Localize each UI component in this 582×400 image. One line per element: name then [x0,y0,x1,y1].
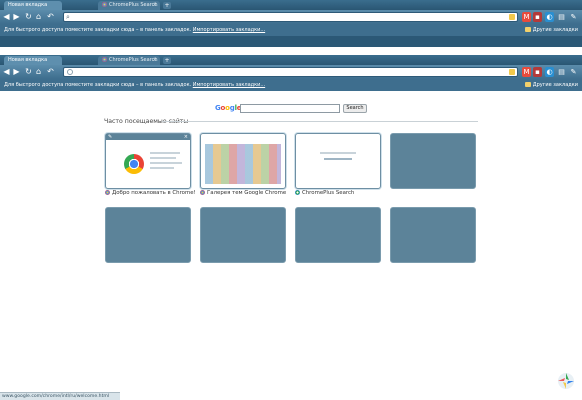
search-input[interactable] [240,104,340,113]
folder-icon [524,27,531,32]
empty-tile[interactable] [200,207,286,263]
bookmarks-hint: Для быстрого доступа поместите закладки … [4,82,266,88]
close-tab-icon[interactable]: × [153,56,157,65]
most-visited-tile[interactable] [295,133,381,189]
new-tab-page: Google Search Часто посещаемые сайты ✎ ×… [0,91,582,400]
extension-icon[interactable] [509,69,515,75]
tab-new-tab[interactable]: Новая вкладка [4,56,62,65]
divider [162,121,478,122]
text-line [150,162,182,164]
empty-tile[interactable] [295,207,381,263]
tab-label: ChromePlus Search [109,57,158,63]
other-bookmarks-button[interactable]: Другие закладки [524,79,578,91]
back-icon[interactable]: ◀ [2,67,11,77]
search-icon: ⌕ [66,13,70,21]
new-tab-button[interactable]: + [163,57,171,64]
close-tab-icon[interactable]: × [153,1,157,10]
tab-label: Новая вкладка [8,2,48,8]
undo-close-icon[interactable]: ↶ [46,12,55,22]
text-line [320,152,356,154]
tile-label[interactable]: Галерея тем Google Chrome [200,190,286,197]
bookmarks-bar: Для быстрого доступа поместите закладки … [0,79,582,91]
most-visited-header: Часто посещаемые сайты [104,117,478,126]
mail-icon[interactable]: M [522,67,531,77]
chromeplus-favicon-icon [102,2,107,7]
themes-gallery-preview [205,144,281,184]
text-line [150,152,180,154]
chromeplus-favicon-icon [295,190,300,195]
tab-label: ChromePlus Search [109,2,158,8]
tile-label[interactable]: ChromePlus Search [295,190,354,197]
forward-icon[interactable]: ▶ [12,67,21,77]
tile-label[interactable]: Добро пожаловать в Chrome! [105,190,196,197]
page-menu-icon[interactable]: ▤ [557,67,566,77]
chromeplus-favicon-icon [102,57,107,62]
forward-icon[interactable]: ▶ [12,12,21,22]
pdf-icon[interactable]: ▪ [533,12,542,22]
toolbar: ◀ ▶ ↻ ⌂ ↶ M ▪ ◐ ▤ ✎ [0,65,582,79]
empty-tile[interactable] [105,207,191,263]
pin-icon[interactable]: ✎ [108,134,112,140]
search-field-preview [324,158,352,160]
chromeplus-logo-icon [556,371,576,391]
tab-chromeplus-search[interactable]: ChromePlus Search × [98,56,160,65]
tab-label: Новая вкладка [8,57,48,63]
tab-strip: Новая вкладка ChromePlus Search × + [0,0,582,10]
foreground-browser-window: Новая вкладка ChromePlus Search × + ◀ ▶ … [0,55,582,400]
toolbar: ◀ ▶ ↻ ⌂ ↶ ⌕ M ▪ ◐ ▤ ✎ [0,10,582,24]
chrome-favicon-icon [200,190,205,195]
undo-close-icon[interactable]: ↶ [46,67,55,77]
mail-icon[interactable]: M [522,12,531,22]
status-bar: www.google.com/chrome/intl/ru/welcome.ht… [0,392,120,400]
empty-tile[interactable] [390,133,476,189]
bookmarks-bar: Для быстрого доступа поместите закладки … [0,24,582,36]
tile-bar: ✎ × [106,134,190,140]
most-visited-tile[interactable] [200,133,286,189]
other-bookmarks-button[interactable]: Другие закладки [524,24,578,36]
pdf-icon[interactable]: ▪ [533,67,542,77]
search-button[interactable]: Search [343,104,367,113]
extension-icon[interactable] [509,14,515,20]
address-bar[interactable]: ⌕ [63,12,518,22]
text-line [150,157,176,159]
tab-chromeplus-search[interactable]: ChromePlus Search × [98,1,160,10]
chrome-logo-icon [124,154,144,174]
bookmarks-hint: Для быстрого доступа поместите закладки … [4,27,266,33]
back-icon[interactable]: ◀ [2,12,11,22]
wrench-icon[interactable]: ✎ [569,12,578,22]
text-line [150,167,174,169]
home-icon[interactable]: ⌂ [34,67,43,77]
folder-icon [524,82,531,87]
page-menu-icon[interactable]: ▤ [557,12,566,22]
remove-tile-icon[interactable]: × [184,134,188,140]
wrench-icon[interactable]: ✎ [569,67,578,77]
address-bar[interactable] [63,67,518,77]
translate-icon[interactable]: ◐ [545,67,554,77]
empty-tile[interactable] [390,207,476,263]
page-icon [67,69,73,75]
home-icon[interactable]: ⌂ [34,12,43,22]
google-logo: Google [215,104,242,112]
chrome-favicon-icon [105,190,110,195]
tab-new-tab[interactable]: Новая вкладка [4,1,62,10]
background-browser-window: Новая вкладка ChromePlus Search × + ◀ ▶ … [0,0,582,47]
import-bookmarks-link[interactable]: Импортировать закладки... [193,82,265,88]
reload-icon[interactable]: ↻ [24,67,33,77]
translate-icon[interactable]: ◐ [545,12,554,22]
new-tab-button[interactable]: + [163,2,171,9]
tab-strip: Новая вкладка ChromePlus Search × + [0,55,582,65]
most-visited-tile[interactable]: ✎ × [105,133,191,189]
import-bookmarks-link[interactable]: Импортировать закладки... [193,27,265,33]
reload-icon[interactable]: ↻ [24,12,33,22]
